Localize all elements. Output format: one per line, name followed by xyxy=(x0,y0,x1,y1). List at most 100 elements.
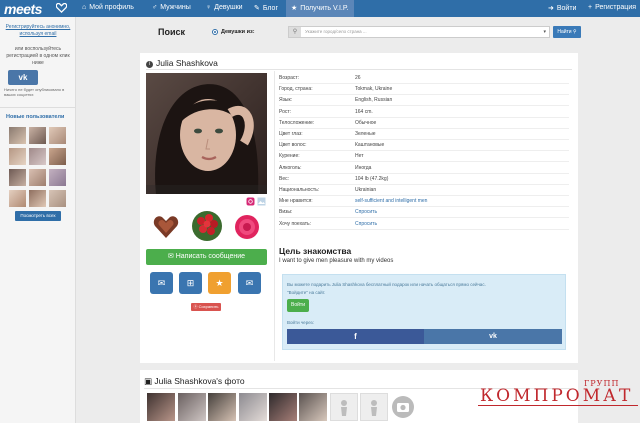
detail-label: Город, страна: xyxy=(279,86,313,93)
new-user-avatar[interactable] xyxy=(49,190,66,207)
detail-value: 26 xyxy=(355,75,361,81)
detail-value[interactable]: Спросить xyxy=(355,209,377,215)
women-radio-label: Девушки из: xyxy=(221,29,255,35)
nav-blog[interactable]: ✎ Блог xyxy=(254,4,278,12)
photo-thumbnail[interactable] xyxy=(208,393,236,421)
image-icon[interactable] xyxy=(257,197,266,206)
new-user-avatar[interactable] xyxy=(29,148,46,165)
site-logo[interactable]: meets xyxy=(4,1,42,17)
detail-label: Курение: xyxy=(279,153,300,160)
nav-register[interactable]: + Регистрация xyxy=(588,4,636,11)
locked-person-icon xyxy=(341,400,347,416)
register-or-text: или воспользуйтесь регистрацией в одном … xyxy=(6,46,70,66)
detail-value: 104 lb (47.2kg) xyxy=(355,175,389,182)
nav-women[interactable]: ♀ Девушки xyxy=(206,4,243,11)
profile-detail-row: Город, страна: Tokmak, Ukraine xyxy=(279,84,569,96)
profile-detail-row: Цвет глаз: Зеленые xyxy=(279,129,569,140)
new-user-avatar[interactable] xyxy=(29,127,46,144)
camera-more-icon[interactable] xyxy=(391,395,415,419)
gift-chocolate-heart-icon[interactable] xyxy=(152,213,180,241)
show-all-users-button[interactable]: Посмотреть всех xyxy=(15,211,61,221)
message-action-button[interactable]: ✉ xyxy=(150,272,173,294)
women-radio[interactable] xyxy=(212,29,218,35)
photos-title: ▣ Julia Shashkova's фото xyxy=(144,376,245,386)
profile-title: i Julia Shashkova xyxy=(146,58,218,68)
chevron-down-icon[interactable]: ▾ xyxy=(543,29,546,35)
profile-name: Julia Shashkova xyxy=(156,58,218,68)
vk-icon: vk xyxy=(489,333,497,340)
new-user-avatar[interactable] xyxy=(49,169,66,186)
female-icon: ♀ xyxy=(206,4,212,11)
detail-label: Цвет волос: xyxy=(279,142,307,149)
profile-photo[interactable] xyxy=(146,73,267,194)
envelope-icon: ✉ xyxy=(167,253,174,260)
photo-thumbnail[interactable] xyxy=(239,393,267,421)
nav-login[interactable]: ➜ Войти xyxy=(548,4,576,12)
search-title: Поиск xyxy=(158,27,186,37)
locked-photo-thumbnail[interactable] xyxy=(330,393,358,421)
detail-value: Tokmak, Ukraine xyxy=(355,86,393,93)
profile-detail-row: Мне нравится: self-sufficient and intelli… xyxy=(279,196,569,208)
goal-text: I want to give men pleasure with my vide… xyxy=(279,258,394,264)
gift-flower-icon[interactable] xyxy=(233,213,261,241)
blog-icon: ✎ xyxy=(254,5,260,12)
column-divider xyxy=(274,71,275,361)
facebook-login-button[interactable]: f xyxy=(287,329,424,344)
photo-thumbnail[interactable] xyxy=(299,393,327,421)
gift-icon: ★ xyxy=(291,5,298,12)
locked-photo-thumbnail[interactable] xyxy=(360,393,388,421)
profile-detail-row: Алкоголь: Иногда xyxy=(279,163,569,174)
nav-my-profile[interactable]: ⌂ Мой профиль xyxy=(82,4,134,11)
login-icon: ➜ xyxy=(548,5,554,12)
nav-men[interactable]: ♂ Мужчины xyxy=(152,4,191,11)
sidebar-divider xyxy=(0,107,76,108)
gift-bouquet-icon[interactable] xyxy=(190,209,224,243)
home-icon: ⌂ xyxy=(82,4,87,11)
profile-detail-row: Курение: Нет xyxy=(279,151,569,163)
pinterest-icon: ⓟ xyxy=(193,304,198,309)
profile-card: i Julia Shashkova ✉ Написать сообщение ✉… xyxy=(140,53,578,363)
favorite-action-button[interactable]: ★ xyxy=(208,272,231,294)
gift-action-button[interactable]: ⊞ xyxy=(179,272,202,294)
vk-login-button[interactable]: vk xyxy=(424,329,562,344)
detail-label: Мне нравится: xyxy=(279,198,313,205)
profile-detail-row: Язык: English, Russian xyxy=(279,95,569,107)
new-user-avatar[interactable] xyxy=(49,148,66,165)
register-email-link[interactable]: Регистрируйтесь анонимно, используя emai… xyxy=(4,24,72,38)
detail-label: Хочу поехать: xyxy=(279,220,312,227)
vk-register-button[interactable]: vk xyxy=(8,70,38,85)
login-prompt-box: Вы можете подарить Julia Shashkova беспл… xyxy=(282,274,566,350)
nav-get-vip[interactable]: ★ Получить V.I.P. xyxy=(291,4,349,12)
profile-detail-row: Хочу поехать: Спросить xyxy=(279,219,569,230)
facebook-icon: f xyxy=(354,332,357,341)
detail-label: Телосложение: xyxy=(279,119,315,126)
write-message-button[interactable]: ✉ Написать сообщение xyxy=(146,249,267,265)
new-user-avatar[interactable] xyxy=(9,127,26,144)
mail-action-button[interactable]: ✉ xyxy=(238,272,261,294)
new-user-avatar[interactable] xyxy=(9,190,26,207)
detail-label: Визы: xyxy=(279,209,293,216)
detail-value: Нет xyxy=(355,153,364,160)
location-search-input[interactable]: ⚲ Укажите город/село страна ... ▾ xyxy=(288,26,550,38)
image-icon: ▣ xyxy=(144,376,153,386)
save-pinterest-button[interactable]: ⓟ Сохранить xyxy=(191,303,221,311)
detail-value[interactable]: self-sufficient and intelligent men xyxy=(355,198,427,204)
search-button[interactable]: Найти ⚲ xyxy=(553,26,581,38)
info-icon: i xyxy=(146,61,153,68)
new-user-avatar[interactable] xyxy=(29,169,46,186)
profile-detail-row: Рост: 164 cm. xyxy=(279,107,569,118)
envelope-icon: ✉ xyxy=(157,278,166,288)
photo-thumbnail[interactable] xyxy=(178,393,206,421)
watermark-logo-text: КОМПРОМАТ xyxy=(480,386,634,406)
new-user-avatar[interactable] xyxy=(9,169,26,186)
profile-detail-row: Цвет волос: Каштановые xyxy=(279,140,569,152)
detail-value: Ukrainian xyxy=(355,187,377,193)
new-user-avatar[interactable] xyxy=(49,127,66,144)
new-user-avatar[interactable] xyxy=(9,148,26,165)
photo-thumbnail[interactable] xyxy=(147,393,175,421)
photo-thumbnail[interactable] xyxy=(269,393,297,421)
detail-value[interactable]: Спросить xyxy=(355,221,377,227)
enter-button[interactable]: Войти xyxy=(287,299,309,312)
new-user-avatar[interactable] xyxy=(29,190,46,207)
instagram-icon[interactable] xyxy=(246,197,255,206)
